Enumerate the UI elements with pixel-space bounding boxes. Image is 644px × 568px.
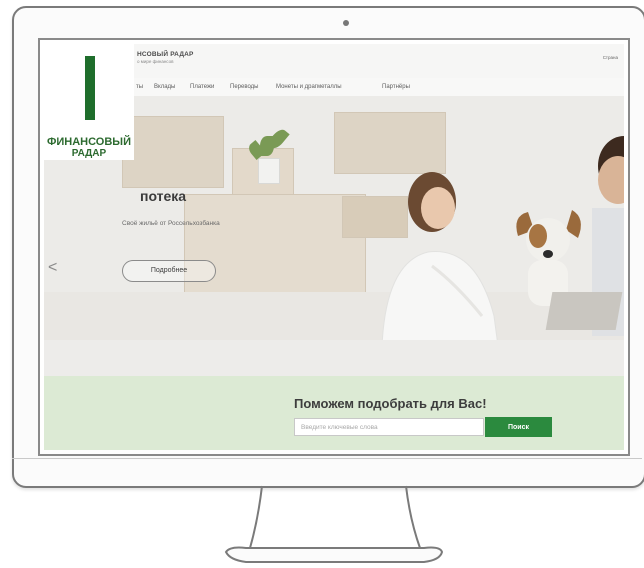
monitor-stand xyxy=(224,485,444,563)
